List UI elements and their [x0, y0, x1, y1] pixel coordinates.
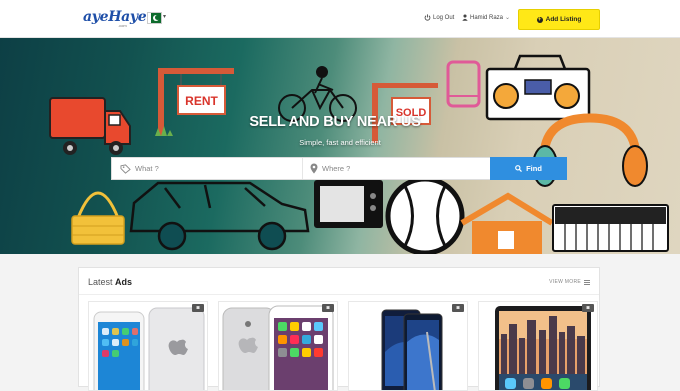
ad-card[interactable]: ◙ — [88, 301, 208, 391]
logout-link[interactable]: Log Out — [424, 14, 454, 21]
pakistan-flag-icon[interactable] — [148, 13, 161, 23]
panel-divider — [79, 294, 599, 295]
plus-icon: + — [536, 16, 543, 23]
what-search-input[interactable]: What ? — [120, 158, 300, 179]
latest-title-light: Latest — [88, 277, 113, 287]
chevron-down-icon: ⌄ — [505, 15, 511, 21]
search-icon — [515, 165, 523, 172]
user-icon — [462, 14, 468, 21]
top-header: ayeHaye .com ▾ Log Out Hamid Raza ⌄ + Ad… — [0, 0, 680, 38]
tag-icon — [120, 163, 131, 174]
keyboard-icon — [552, 204, 669, 252]
find-button[interactable]: Find — [490, 157, 567, 180]
radio-icon — [485, 54, 591, 121]
where-placeholder: Where ? — [322, 164, 351, 173]
hero-title: SELL AND BUY NEAR US — [249, 114, 421, 130]
house-icon — [460, 192, 554, 254]
user-menu[interactable]: Hamid Raza ⌄ — [462, 14, 510, 21]
hero-banner: RENT SOLD SELL AND BUY NEAR US Simple, f… — [0, 38, 680, 254]
ad-image — [479, 302, 597, 390]
ad-image — [222, 305, 334, 390]
add-listing-button[interactable]: + Add Listing — [518, 9, 600, 30]
user-name: Hamid Raza — [470, 14, 504, 21]
basket-icon — [71, 191, 125, 245]
cyclist-icon — [278, 66, 357, 122]
latest-ads-title: Latest Ads — [88, 277, 132, 287]
ad-card[interactable]: ◙ — [478, 301, 598, 391]
ad-image — [349, 302, 467, 390]
view-more-label: VIEW MORE — [549, 279, 581, 285]
find-label: Find — [526, 164, 542, 173]
power-icon — [424, 14, 431, 21]
truck-icon — [49, 97, 131, 155]
search-divider — [302, 158, 303, 179]
car-icon — [129, 181, 310, 251]
sold-sign-icon: SOLD — [372, 83, 438, 143]
logout-label: Log Out — [433, 14, 455, 21]
baseball-icon — [385, 176, 465, 254]
camera-icon: ◙ — [452, 304, 464, 312]
list-icon — [584, 279, 590, 285]
add-listing-label: Add Listing — [545, 16, 582, 23]
camera-icon: ◙ — [582, 304, 594, 312]
hero-subtitle: Simple, fast and efficient — [299, 138, 381, 147]
chevron-down-icon[interactable]: ▾ — [163, 13, 166, 20]
camera-icon: ◙ — [322, 304, 334, 312]
map-pin-icon — [310, 163, 318, 174]
where-search-input[interactable]: Where ? — [310, 158, 490, 179]
camera-icon: ◙ — [192, 304, 204, 312]
site-logo[interactable]: ayeHaye — [83, 9, 147, 25]
latest-ads-panel: Latest Ads VIEW MORE ◙ ◙ ◙ ◙ — [78, 267, 600, 391]
view-more-link[interactable]: VIEW MORE — [549, 279, 590, 285]
svg-text:RENT: RENT — [185, 94, 218, 108]
phone-icon — [446, 60, 481, 108]
ad-card[interactable]: ◙ — [348, 301, 468, 391]
site-logo-suffix: .com — [118, 23, 127, 28]
ad-image — [93, 307, 205, 390]
search-bar: What ? Where ? Find — [111, 157, 567, 180]
what-placeholder: What ? — [135, 164, 159, 173]
latest-title-bold: Ads — [115, 277, 133, 287]
ad-card[interactable]: ◙ — [218, 301, 338, 391]
